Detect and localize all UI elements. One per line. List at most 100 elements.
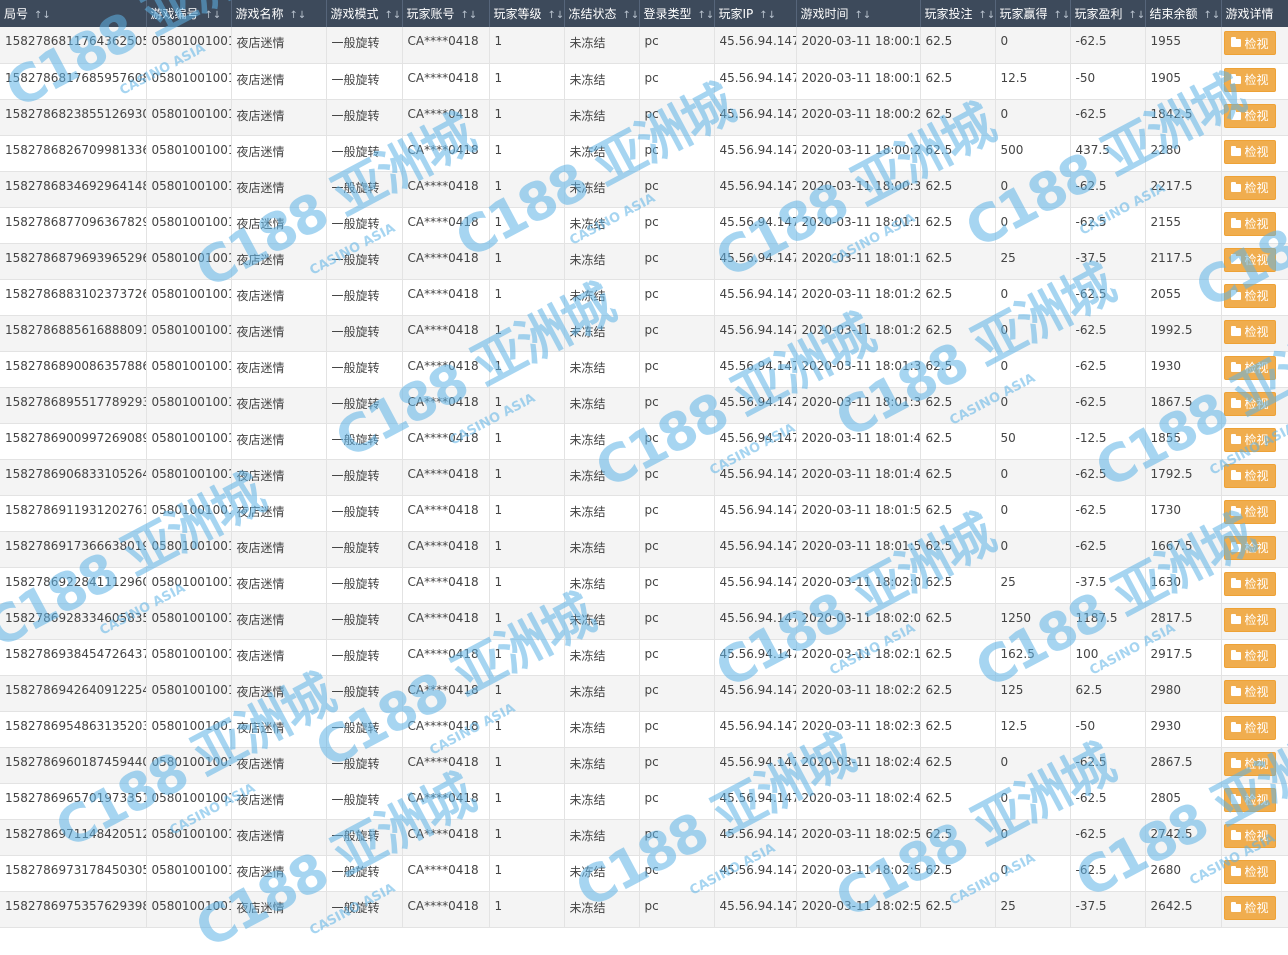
sort-icon[interactable]: ↑↓ <box>290 10 307 21</box>
sort-icon[interactable]: ↑↓ <box>855 10 872 21</box>
view-detail-button[interactable]: 检视 <box>1223 571 1276 596</box>
cell-round-id: 15827868176859576086 <box>0 63 147 100</box>
cell-game-name: 夜店迷情 <box>231 207 327 244</box>
column-header-end-balance[interactable]: 结束余额 ↑↓ <box>1145 0 1222 27</box>
view-detail-label: 检视 <box>1244 829 1269 843</box>
folder-icon <box>1230 181 1241 192</box>
cell-game-name: 夜店迷情 <box>231 171 327 208</box>
cell-game-code: 05801001001 <box>146 423 232 460</box>
view-detail-button[interactable]: 检视 <box>1223 211 1276 236</box>
sort-icon[interactable]: ↑↓ <box>548 10 563 21</box>
view-detail-button[interactable]: 检视 <box>1223 247 1276 272</box>
column-header-game-mode[interactable]: 游戏模式 ↑↓ <box>326 0 403 27</box>
view-detail-button[interactable]: 检视 <box>1223 103 1276 128</box>
sort-icon[interactable]: ↑↓ <box>698 10 713 21</box>
column-header-player-win[interactable]: 玩家赢得 ↑↓ <box>995 0 1071 27</box>
view-detail-button[interactable]: 检视 <box>1223 67 1276 92</box>
sort-icon[interactable]: ↑↓ <box>385 10 401 21</box>
column-header-game-time[interactable]: 游戏时间 ↑↓ <box>796 0 921 27</box>
column-header-player-level[interactable]: 玩家等级 ↑↓ <box>489 0 565 27</box>
cell-game-mode: 一般旋转 <box>326 783 403 820</box>
column-header-login-type[interactable]: 登录类型 ↑↓ <box>639 0 715 27</box>
view-detail-button[interactable]: 检视 <box>1223 715 1276 740</box>
cell-game-code: 05801001001 <box>146 639 232 676</box>
table-row: 15827869657019733515 05801001001 夜店迷情 一般旋转 C… <box>0 783 1288 820</box>
view-detail-label: 检视 <box>1244 181 1269 195</box>
view-detail-button[interactable]: 检视 <box>1223 355 1276 380</box>
cell-game-code: 05801001001 <box>146 99 232 136</box>
cell-player-win: 0 <box>995 279 1071 316</box>
cell-freeze-status: 未冻结 <box>564 495 640 532</box>
cell-round-id: 15827869548631352034 <box>0 711 147 748</box>
view-detail-button[interactable]: 检视 <box>1223 463 1276 488</box>
view-detail-label: 检视 <box>1244 613 1269 627</box>
sort-icon[interactable]: ↑↓ <box>623 10 638 21</box>
view-detail-button[interactable]: 检视 <box>1223 859 1276 884</box>
view-detail-button[interactable]: 检视 <box>1223 751 1276 776</box>
cell-end-balance: 1905 <box>1145 63 1222 100</box>
sort-icon[interactable]: ↑↓ <box>34 10 51 21</box>
cell-player-ip: 45.56.94.147 <box>714 423 797 460</box>
column-header-game-name[interactable]: 游戏名称 ↑↓ <box>231 0 327 27</box>
cell-game-time: 2020-03-11 18:02:53 <box>796 855 921 892</box>
cell-login-type: pc <box>639 891 715 928</box>
column-header-player-ip[interactable]: 玩家IP ↑↓ <box>714 0 797 27</box>
column-header-game-detail: 游戏详情 <box>1221 0 1288 27</box>
cell-game-mode: 一般旋转 <box>326 351 403 388</box>
view-detail-button[interactable]: 检视 <box>1223 175 1276 200</box>
cell-player-profit: -62.5 <box>1070 279 1146 316</box>
sort-icon[interactable]: ↑↓ <box>461 10 478 21</box>
cell-game-code: 05801001001 <box>146 891 232 928</box>
cell-end-balance: 2930 <box>1145 711 1222 748</box>
view-detail-button[interactable]: 检视 <box>1223 643 1276 668</box>
cell-freeze-status: 未冻结 <box>564 819 640 856</box>
sort-icon[interactable]: ↑↓ <box>979 10 994 21</box>
view-detail-label: 检视 <box>1244 541 1269 555</box>
cell-player-ip: 45.56.94.147 <box>714 567 797 604</box>
sort-icon[interactable]: ↑↓ <box>1204 10 1220 21</box>
cell-player-level: 1 <box>489 675 565 712</box>
sort-icon[interactable]: ↑↓ <box>759 10 776 21</box>
view-detail-label: 检视 <box>1244 145 1269 159</box>
cell-player-bet: 62.5 <box>920 27 996 64</box>
cell-end-balance: 2280 <box>1145 135 1222 172</box>
column-header-game-code[interactable]: 游戏编号 ↑↓ <box>146 0 232 27</box>
cell-round-id: 15827869068331052644 <box>0 459 147 496</box>
view-detail-button[interactable]: 检视 <box>1223 319 1276 344</box>
cell-player-ip: 45.56.94.147 <box>714 315 797 352</box>
view-detail-button[interactable]: 检视 <box>1223 787 1276 812</box>
view-detail-button[interactable]: 检视 <box>1223 31 1276 55</box>
view-detail-button[interactable]: 检视 <box>1223 895 1276 920</box>
folder-icon <box>1230 613 1241 624</box>
cell-player-level: 1 <box>489 135 565 172</box>
sort-icon[interactable]: ↑↓ <box>1054 10 1069 21</box>
cell-player-win: 0 <box>995 99 1071 136</box>
cell-player-win: 0 <box>995 531 1071 568</box>
view-detail-button[interactable]: 检视 <box>1223 283 1276 308</box>
folder-icon <box>1230 397 1241 408</box>
cell-game-time: 2020-03-11 18:01:57 <box>796 531 921 568</box>
view-detail-button[interactable]: 检视 <box>1223 607 1276 632</box>
view-detail-button[interactable]: 检视 <box>1223 427 1276 452</box>
view-detail-button[interactable]: 检视 <box>1223 499 1276 524</box>
cell-end-balance: 1667.5 <box>1145 531 1222 568</box>
cell-game-mode: 一般旋转 <box>326 315 403 352</box>
cell-player-bet: 62.5 <box>920 567 996 604</box>
view-detail-button[interactable]: 检视 <box>1223 535 1276 560</box>
cell-player-profit: -62.5 <box>1070 351 1146 388</box>
column-header-player-bet[interactable]: 玩家投注 ↑↓ <box>920 0 996 27</box>
cell-game-time: 2020-03-11 18:02:45 <box>796 783 921 820</box>
column-header-player-account[interactable]: 玩家账号 ↑↓ <box>402 0 490 27</box>
view-detail-button[interactable]: 检视 <box>1223 391 1276 416</box>
column-header-round-id[interactable]: 局号 ↑↓ <box>0 0 147 27</box>
cell-game-name: 夜店迷情 <box>231 315 327 352</box>
cell-login-type: pc <box>639 207 715 244</box>
column-header-player-profit[interactable]: 玩家盈利 ↑↓ <box>1070 0 1146 27</box>
sort-icon[interactable]: ↑↓ <box>205 10 222 21</box>
sort-icon[interactable]: ↑↓ <box>1129 10 1144 21</box>
view-detail-button[interactable]: 检视 <box>1223 823 1276 848</box>
column-header-freeze-status[interactable]: 冻结状态 ↑↓ <box>564 0 640 27</box>
view-detail-button[interactable]: 检视 <box>1223 139 1276 164</box>
view-detail-button[interactable]: 检视 <box>1223 679 1276 704</box>
cell-login-type: pc <box>639 783 715 820</box>
